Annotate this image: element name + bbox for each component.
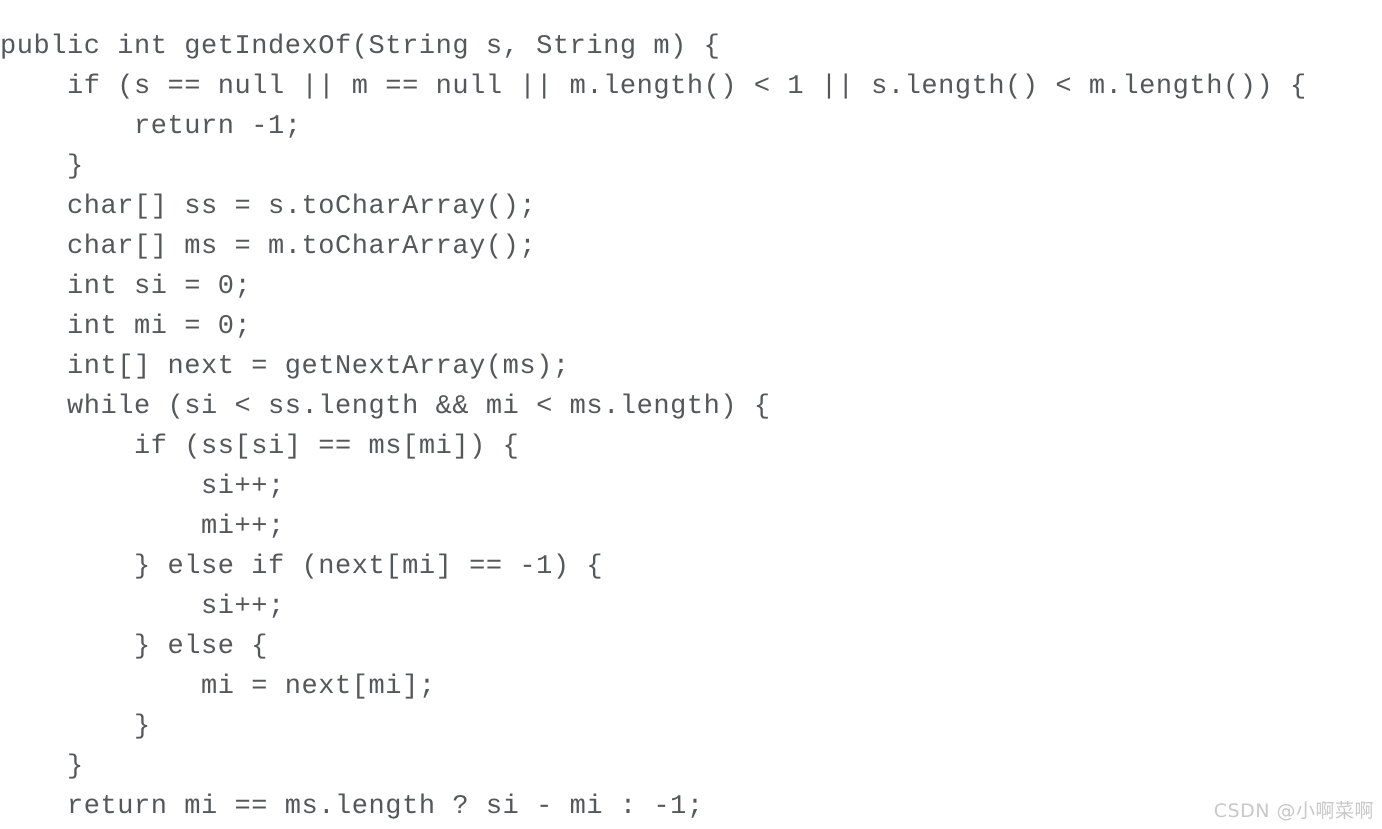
code-line: int[] next = getNextArray(ms);	[0, 352, 570, 382]
code-line: if (s == null || m == null || m.length()…	[0, 72, 1307, 102]
code-line: } else {	[0, 632, 269, 662]
code-line: si++;	[0, 472, 285, 502]
code-line: mi++;	[0, 512, 285, 542]
code-line: }	[0, 712, 151, 742]
code-line: char[] ss = s.toCharArray();	[0, 192, 537, 222]
code-line: char[] ms = m.toCharArray();	[0, 232, 537, 262]
code-block: public int getIndexOf(String s, String m…	[0, 27, 1382, 829]
code-line: if (ss[si] == ms[mi]) {	[0, 432, 520, 462]
code-line: int mi = 0;	[0, 312, 252, 342]
code-line: int si = 0;	[0, 272, 252, 302]
code-line: return -1;	[0, 112, 302, 142]
code-line: } else if (next[mi] == -1) {	[0, 552, 604, 582]
code-line: return mi == ms.length ? si - mi : -1;	[0, 792, 704, 822]
csdn-watermark: CSDN @小啊菜啊	[1213, 800, 1374, 822]
code-line: si++;	[0, 592, 285, 622]
code-line: while (si < ss.length && mi < ms.length)…	[0, 392, 771, 422]
code-line: public int getIndexOf(String s, String m…	[0, 32, 721, 62]
code-line: }	[0, 752, 84, 782]
code-line: }	[0, 152, 84, 182]
code-screenshot-page: public int getIndexOf(String s, String m…	[0, 0, 1382, 829]
code-line: mi = next[mi];	[0, 672, 436, 702]
